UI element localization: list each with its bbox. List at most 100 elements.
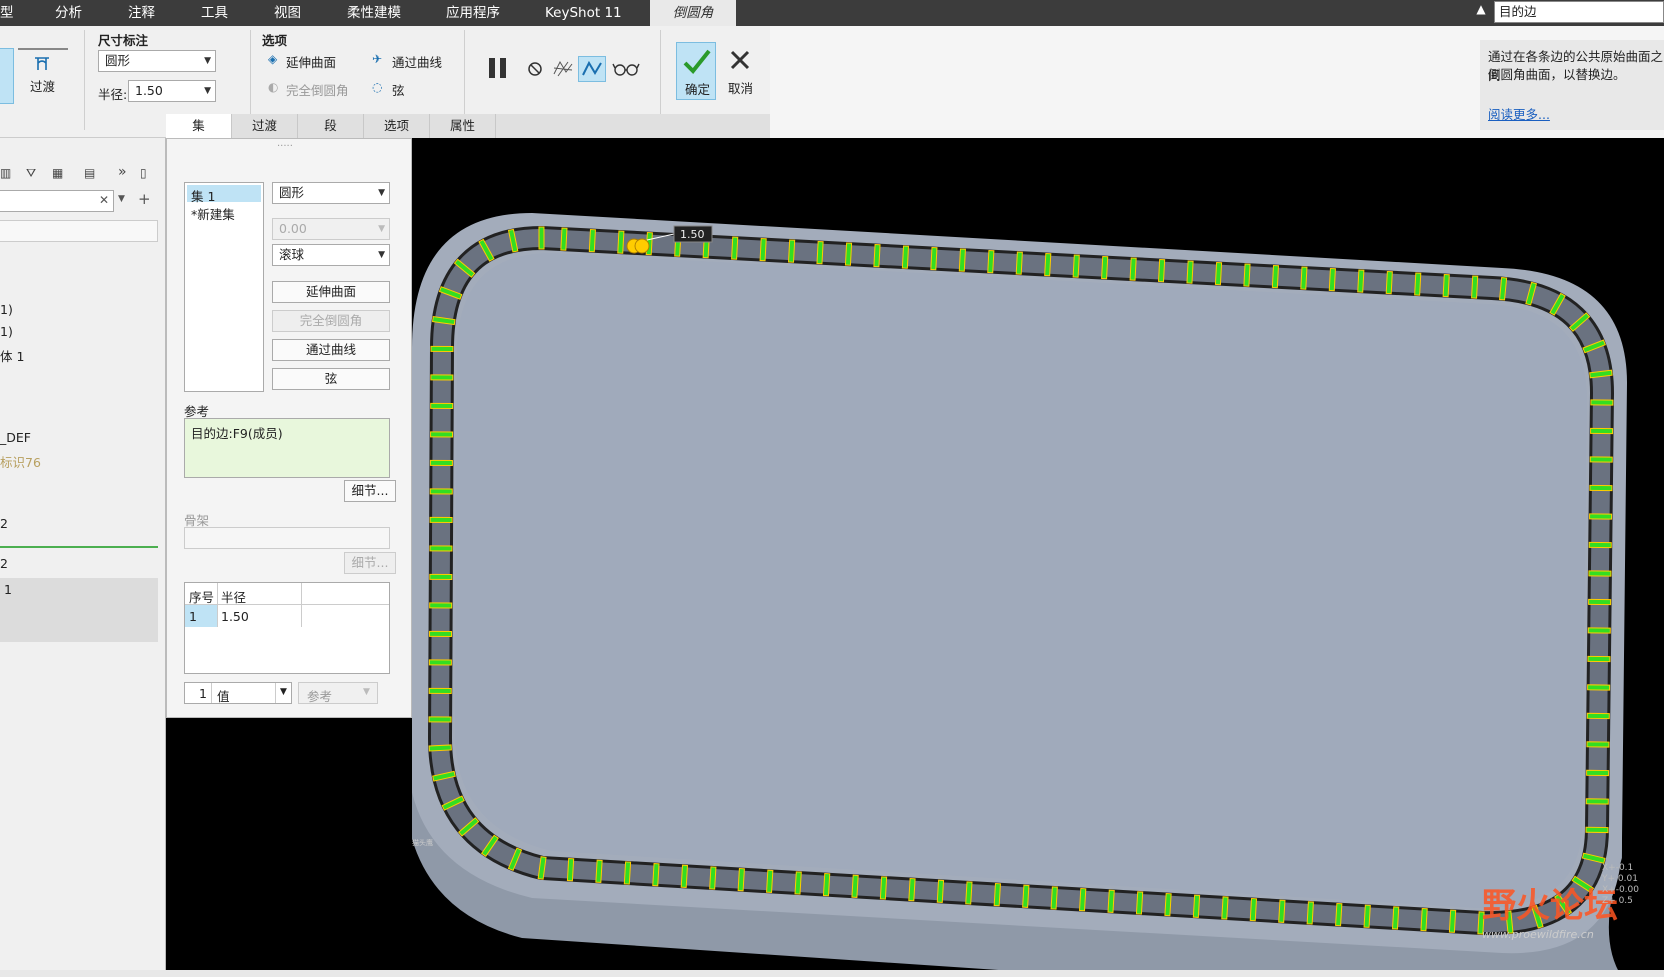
menu-tools[interactable]: 工具 xyxy=(201,0,241,26)
cancel-button[interactable]: 取消 xyxy=(720,42,760,100)
edge-highlight-mark xyxy=(1107,889,1115,913)
full-round-button[interactable]: 完全倒圆角 xyxy=(272,310,390,332)
drag-handle[interactable]: ····· xyxy=(277,141,293,152)
chevron-down-icon: ▼ xyxy=(204,86,211,96)
sets-list[interactable]: 集 1 *新建集 xyxy=(184,182,264,392)
tree-search-input[interactable]: ✕ xyxy=(0,190,114,212)
tree-item[interactable]: 1) xyxy=(0,324,13,339)
sets-panel: ····· 集 1 *新建集 圆形 ▼ 0.00 ▼ 滚球 ▼ 延伸曲面 完全倒圆角 … xyxy=(166,138,412,718)
chord-option[interactable]: ◌ 弦 xyxy=(372,80,432,98)
method-value: 滚球 xyxy=(279,247,305,262)
edge-highlight-mark xyxy=(617,230,625,254)
edge-highlight-mark xyxy=(1078,887,1087,912)
ok-button[interactable]: 确定 xyxy=(676,42,716,100)
edge-highlight-mark xyxy=(1271,264,1280,289)
set-shape-select[interactable]: 圆形 ▼ xyxy=(272,182,390,204)
new-set-item[interactable]: *新建集 xyxy=(191,204,235,223)
tree-item[interactable]: 2 xyxy=(0,556,8,571)
chevron-down-icon[interactable]: ▼ xyxy=(118,194,125,204)
tab-properties[interactable]: 属性 xyxy=(430,114,496,138)
more-icon[interactable]: » xyxy=(118,164,127,180)
transition-button[interactable]: 过渡 xyxy=(18,48,68,104)
chevron-down-icon: ▼ xyxy=(378,188,385,198)
skeleton-details-button[interactable]: 细节... xyxy=(344,552,396,574)
details-button[interactable]: 细节... xyxy=(344,480,396,502)
distance-select[interactable]: 0.00 ▼ xyxy=(272,218,390,240)
filter-icon[interactable]: ⛛ xyxy=(26,166,36,181)
menu-view[interactable]: 视图 xyxy=(274,0,314,26)
reference-type-select[interactable]: 参考 ▼ xyxy=(298,682,378,704)
row-radius-value[interactable]: 1.50 xyxy=(221,609,249,624)
tree-item[interactable]: 标识76 xyxy=(0,452,41,471)
close-icon[interactable]: ✕ xyxy=(99,193,109,207)
menu-model[interactable]: 型 xyxy=(0,0,20,26)
shape-select[interactable]: 圆形 ▼ xyxy=(98,50,216,72)
skeleton-collector[interactable] xyxy=(184,527,390,549)
tab-sets[interactable]: 集 xyxy=(166,114,232,138)
edge-highlight-mark xyxy=(873,243,881,268)
set-item-selected[interactable]: 集 1 xyxy=(187,185,261,204)
set-mode-button[interactable] xyxy=(0,48,14,104)
references-collector[interactable]: 目的边:F9(成员) xyxy=(184,418,390,478)
cancel-label: 取消 xyxy=(728,81,754,96)
menu-keyshot[interactable]: KeyShot 11 xyxy=(545,0,625,26)
read-more-link[interactable]: 阅读更多... xyxy=(1488,104,1550,123)
graphics-viewport[interactable]: 1.50 猫头鹰 野火论坛 www.proewildfire.cn X+-0.1… xyxy=(412,138,1664,977)
collapse-ribbon-icon[interactable]: ▲ xyxy=(1473,2,1489,22)
full-round-option[interactable]: ◐ 完全倒圆角 xyxy=(268,80,368,98)
menu-analysis[interactable]: 分析 xyxy=(55,0,95,26)
edge-highlight-mark xyxy=(430,374,454,381)
model-graphic[interactable]: 1.50 xyxy=(412,138,1664,977)
tree-selection[interactable]: 1 xyxy=(0,578,158,642)
menu-applications[interactable]: 应用程序 xyxy=(446,0,516,26)
tree-item[interactable]: _DEF xyxy=(0,430,31,445)
edge-highlight-mark xyxy=(1135,891,1144,915)
edge-highlight-mark xyxy=(879,876,888,900)
value-row-control[interactable]: 1 值 ▼ xyxy=(184,682,292,704)
chord-icon: ◌ xyxy=(372,80,383,94)
verify-button[interactable] xyxy=(612,60,640,78)
tree-item[interactable]: 1 xyxy=(4,582,12,597)
edge-highlight-mark xyxy=(1586,741,1610,748)
table-row[interactable]: 1 1.50 xyxy=(185,605,389,627)
add-icon[interactable]: + xyxy=(138,190,151,208)
tab-round[interactable]: 倒圆角 xyxy=(650,0,736,26)
edge-highlight-mark xyxy=(709,866,717,890)
through-curve-option[interactable]: ✈ 通过曲线 xyxy=(372,52,472,70)
radius-input[interactable]: 1.50 ▼ xyxy=(128,80,216,102)
through-curve-button[interactable]: 通过曲线 xyxy=(272,339,390,361)
tree-item[interactable]: 体 1 xyxy=(0,346,24,365)
tree-item[interactable]: 2 xyxy=(0,516,8,531)
chord-button[interactable]: 弦 xyxy=(272,368,390,390)
preview-mesh-button[interactable] xyxy=(552,58,574,80)
extend-surface-option[interactable]: ◈ 延伸曲面 xyxy=(268,52,368,70)
search-input[interactable]: 目的边 xyxy=(1494,1,1664,23)
tree-icon[interactable]: ▥ xyxy=(0,166,11,180)
drag-handle-icon[interactable] xyxy=(634,238,650,254)
radius-table: 序号 半径 1 1.50 xyxy=(184,582,390,674)
menu-annotate[interactable]: 注释 xyxy=(128,0,168,26)
method-select[interactable]: 滚球 ▼ xyxy=(272,244,390,266)
no-preview-button[interactable] xyxy=(526,60,544,78)
edge-highlight-mark xyxy=(1157,258,1166,283)
full-round-label: 完全倒圆角 xyxy=(286,83,349,98)
dim-tag-label[interactable]: 1.50 xyxy=(680,228,705,241)
insert-indicator[interactable] xyxy=(0,546,158,548)
status-bar xyxy=(0,970,1664,977)
tab-transitions[interactable]: 过渡 xyxy=(232,114,298,138)
columns-icon[interactable]: ▦ xyxy=(52,166,63,180)
model-tree-panel: ▥ ⛛ ▦ ▤ » ▯ ✕ ▼ + 1) 1) 体 1 _DEF 标识76 2 … xyxy=(0,138,166,977)
set-item-label: 集 1 xyxy=(191,189,216,204)
tab-options[interactable]: 选项 xyxy=(364,114,430,138)
doc-icon[interactable]: ▯ xyxy=(140,166,147,180)
pause-button[interactable] xyxy=(486,56,510,80)
tab-pieces[interactable]: 段 xyxy=(298,114,364,138)
chevron-down-icon: ▼ xyxy=(363,687,370,697)
preview-geometry-button[interactable] xyxy=(578,56,606,82)
menu-flexible-modeling[interactable]: 柔性建模 xyxy=(347,0,417,26)
edge-highlight-mark xyxy=(430,345,454,353)
settings-icon[interactable]: ▤ xyxy=(84,166,95,180)
edge-highlight-mark xyxy=(901,245,910,269)
extend-surface-button[interactable]: 延伸曲面 xyxy=(272,281,390,303)
tree-item[interactable]: 1) xyxy=(0,302,13,317)
